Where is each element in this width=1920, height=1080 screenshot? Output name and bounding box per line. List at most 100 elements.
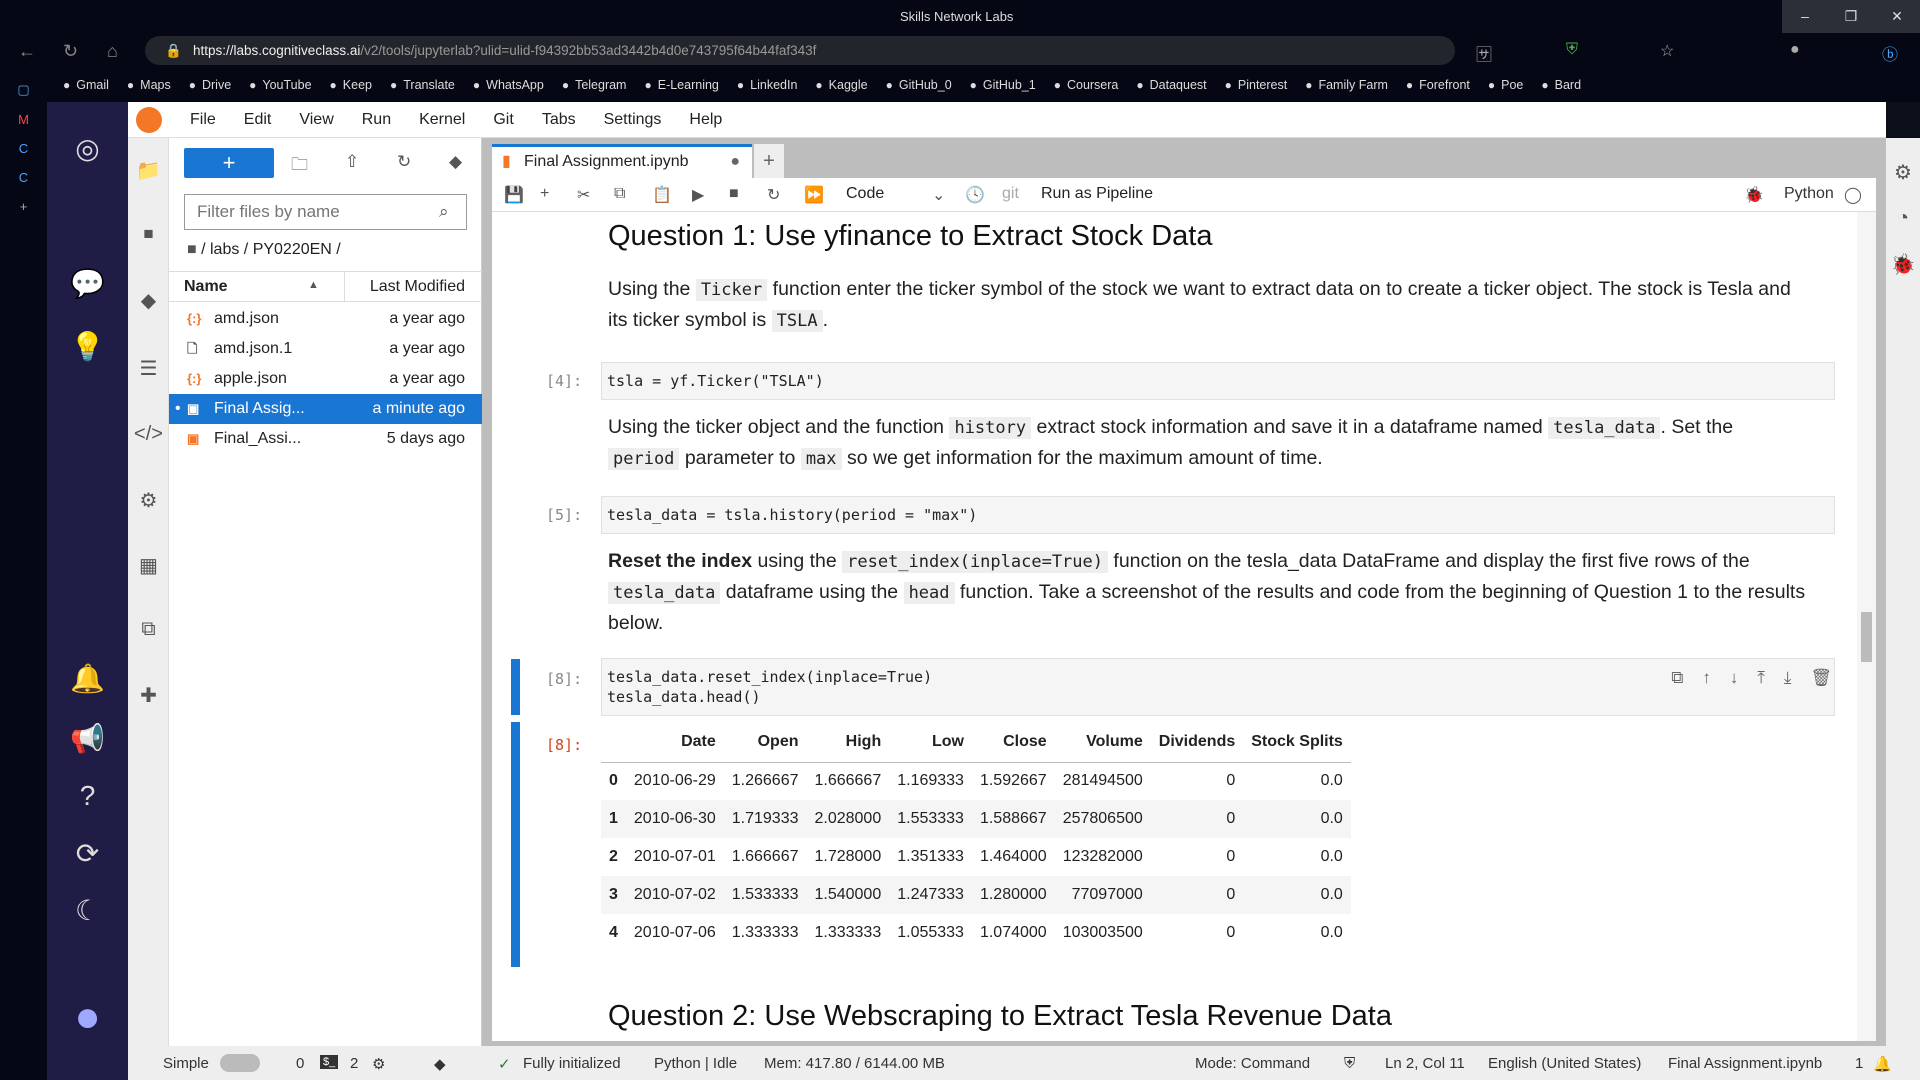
markdown-cell[interactable]: Using the ticker object and the function… [608,412,1808,474]
git-clone-icon[interactable]: ◆ [449,152,462,172]
move-down-icon[interactable]: ↓ [1730,668,1739,688]
code-icon[interactable]: </> [128,423,169,446]
new-launcher-button[interactable]: + [184,148,274,178]
output-collapse-marker[interactable] [511,722,520,967]
lightbulb-icon[interactable]: 💡 [47,330,128,363]
fast-forward-icon[interactable]: ⏩ [804,185,824,205]
debugger-icon[interactable]: 🐞 [1886,252,1920,277]
bookmark-forefront[interactable]: ● Forefront [1406,78,1470,92]
bookmark-kaggle[interactable]: ● Kaggle [815,78,867,92]
add-icon[interactable]: + [0,199,47,214]
menu-file[interactable]: File [190,111,216,129]
megaphone-icon[interactable]: 📢 [47,722,128,755]
bookmark-youtube[interactable]: ● YouTube [249,78,311,92]
puzzle-icon[interactable]: ✚ [128,683,169,708]
trust-icon[interactable]: ⛨ [1344,1055,1355,1072]
active-cell-marker[interactable] [511,659,520,715]
menu-kernel[interactable]: Kernel [419,111,465,129]
refresh-icon[interactable]: ⟳ [47,837,128,870]
bookmark-family-farm[interactable]: ● Family Farm [1305,78,1388,92]
help-icon[interactable]: ? [47,780,128,812]
property-inspector-icon[interactable]: ▦ [128,553,169,578]
move-up-icon[interactable]: ↑ [1702,668,1711,688]
restart-icon[interactable]: ↻ [767,185,780,205]
bookmark-drive[interactable]: ● Drive [189,78,231,92]
tab-final-assignment[interactable]: ▮ Final Assignment.ipynb ● [492,144,752,178]
bookmark-telegram[interactable]: ● Telegram [562,78,627,92]
restore-button[interactable]: ❐ [1828,0,1874,33]
cursor-position[interactable]: Ln 2, Col 11 [1385,1055,1465,1072]
bookmark-maps[interactable]: ● Maps [127,78,171,92]
tabs-icon[interactable]: ▢ [0,82,47,98]
kernel-name[interactable]: Python [1784,185,1834,203]
menu-settings[interactable]: Settings [604,111,662,129]
git-icon[interactable]: ◆ [128,288,169,313]
folder-icon[interactable]: 📁 [128,158,169,183]
minimize-button[interactable]: – [1782,0,1828,33]
menu-help[interactable]: Help [689,111,722,129]
property-inspector-icon[interactable]: ⚙ [1886,160,1920,185]
bell-icon[interactable]: 🔔 [47,662,128,695]
git-label[interactable]: git [1002,185,1019,203]
scrollbar-thumb[interactable] [1861,612,1872,662]
run-icon[interactable]: ▶ [692,185,704,205]
bookmark-translate[interactable]: ● Translate [390,78,455,92]
debugger-icon[interactable]: 🐞 [1744,185,1764,205]
file-item[interactable]: {:} amd.json a year ago [169,304,482,334]
toc-icon[interactable]: ☰ [128,356,169,381]
url-bar[interactable]: 🔒 https://labs.cognitiveclass.ai/v2/tools… [145,36,1455,65]
insert-below-icon[interactable]: ⤓ [1784,668,1792,688]
bookmark-github-0[interactable]: ● GitHub_0 [886,78,952,92]
back-icon[interactable]: ← [18,41,36,62]
bookmark-pinterest[interactable]: ● Pinterest [1225,78,1288,92]
stop-icon[interactable]: ■ [729,185,739,203]
copy-icon[interactable]: ⧉ [614,185,625,203]
bing-icon[interactable]: ⓑ [1882,41,1898,65]
file-item[interactable]: • ▣ Final Assig... a minute ago [169,394,482,424]
markdown-cell[interactable]: Reset the index using the reset_index(in… [608,546,1808,638]
kernel-status[interactable]: Python | Idle [654,1055,737,1072]
new-folder-icon[interactable]: 🗀 [291,152,308,181]
avatar-icon[interactable]: ● [1790,41,1800,59]
cell-type-select[interactable]: Code [846,185,884,203]
coursera-icon[interactable]: C [0,170,47,185]
dark-mode-icon[interactable]: ☾ [47,894,128,927]
menu-edit[interactable]: Edit [244,111,272,129]
git-icon[interactable]: ◆ [434,1055,446,1073]
lsp-status[interactable]: Fully initialized [523,1055,621,1072]
unsaved-dot-icon[interactable]: ● [730,147,740,177]
refresh-icon[interactable]: ↻ [397,152,411,172]
bookmark-e-learning[interactable]: ● E-Learning [644,78,718,92]
terminal-count[interactable]: 0 [296,1055,304,1072]
add-cell-icon[interactable]: + [540,185,549,203]
paste-icon[interactable]: 📋 [652,185,672,205]
reload-icon[interactable]: ↻ [63,41,78,62]
menu-git[interactable]: Git [493,111,513,129]
bookmark-poe[interactable]: ● Poe [1488,78,1524,92]
delete-icon[interactable]: 🗑 [1810,668,1832,688]
home-icon[interactable]: ⌂ [107,41,118,62]
insert-above-icon[interactable]: ⤒ [1757,668,1765,688]
menu-view[interactable]: View [299,111,333,129]
code-cell-input[interactable]: tesla_data = tsla.history(period = "max"… [601,496,1835,534]
close-button[interactable]: ✕ [1874,0,1920,33]
code-cell-input[interactable]: tsla = yf.Ticker("TSLA") [601,362,1835,400]
kernel-count[interactable]: 2 [350,1055,358,1072]
markdown-cell[interactable]: Using the Ticker function enter the tick… [608,274,1808,336]
gmail-icon[interactable]: M [0,112,47,127]
file-item[interactable]: ▣ Final_Assi... 5 days ago [169,424,482,454]
clock-icon[interactable]: 🕓 [965,185,985,205]
breadcrumb[interactable]: ■ / labs / PY0220EN / [187,241,341,259]
menu-tabs[interactable]: Tabs [542,111,576,129]
file-item[interactable]: 🗋 amd.json.1 a year ago [169,334,482,364]
favorites-icon[interactable]: ☆ [1660,41,1674,61]
code-cell-input[interactable]: tesla_data.reset_index(inplace=True) tesl… [601,658,1835,716]
bookmark-keep[interactable]: ● Keep [330,78,372,92]
settings-icon[interactable]: ⚙ [128,488,169,513]
bookmark-gmail[interactable]: ● Gmail [63,78,109,92]
bookmark-coursera[interactable]: ● Coursera [1054,78,1119,92]
save-icon[interactable]: 💾 [504,185,524,205]
running-icon[interactable]: ⏹ [128,223,169,246]
modified-column-header[interactable]: Last Modified [370,278,465,296]
resource-gauge-icon[interactable]: ◔ [1886,207,1920,230]
